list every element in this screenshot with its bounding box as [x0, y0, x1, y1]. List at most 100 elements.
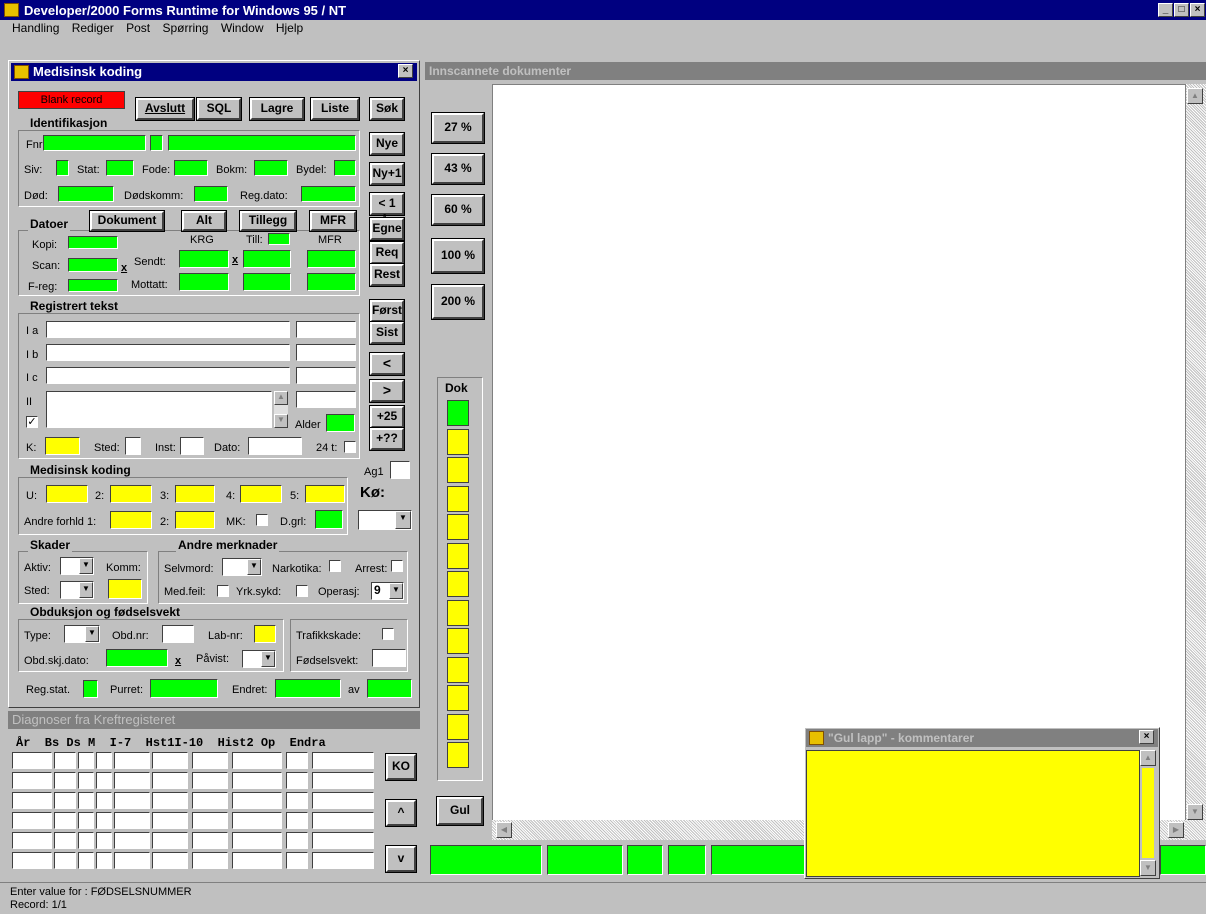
mfr-button[interactable]: MFR — [309, 210, 357, 232]
obdnr-field[interactable] — [162, 625, 194, 643]
minus-1-year-button[interactable]: < 1 år — [369, 192, 405, 227]
diagnoser-cell[interactable] — [12, 852, 52, 869]
dok-item[interactable] — [447, 742, 469, 768]
diagnoser-cell[interactable] — [96, 832, 112, 849]
scan-clear-button[interactable]: x — [121, 262, 127, 274]
ko-button[interactable]: KO — [385, 753, 417, 781]
diagnoser-cell[interactable] — [78, 832, 94, 849]
scroll-right-icon[interactable]: ▶ — [1168, 822, 1184, 838]
ia-field[interactable] — [46, 321, 290, 338]
close-button[interactable]: × — [1190, 3, 1205, 17]
diagnoser-cell[interactable] — [96, 852, 112, 869]
diagnoser-cell[interactable] — [54, 852, 76, 869]
forst-button[interactable]: Først — [369, 299, 405, 323]
dok-item[interactable] — [447, 571, 469, 597]
regdato-field[interactable] — [301, 186, 356, 202]
dok-item[interactable] — [447, 628, 469, 654]
narkotika-checkbox[interactable] — [329, 560, 341, 572]
fnr-field-2[interactable] — [150, 135, 163, 151]
diagnoser-cell[interactable] — [114, 792, 150, 809]
nye-button[interactable]: Nye — [369, 132, 405, 156]
doc-status-field-1[interactable] — [430, 845, 542, 875]
sendt-till-field[interactable] — [243, 250, 291, 268]
yrksykd-checkbox[interactable] — [296, 585, 308, 597]
diagnoser-cell[interactable] — [312, 752, 374, 769]
diagnoser-cell[interactable] — [192, 792, 228, 809]
diagnoser-cell[interactable] — [54, 752, 76, 769]
diagnoser-cell[interactable] — [96, 812, 112, 829]
diagnoser-cell[interactable] — [286, 832, 308, 849]
vertical-scrollbar[interactable] — [1186, 84, 1206, 840]
diagnoser-cell[interactable] — [78, 812, 94, 829]
skader-sted-dropdown[interactable]: ▼ — [60, 581, 94, 599]
doc-status-field-5[interactable] — [711, 845, 807, 875]
diagnoser-cell[interactable] — [152, 792, 188, 809]
ag1-field[interactable] — [390, 461, 410, 479]
form-close-button[interactable]: × — [398, 64, 413, 78]
menu-window[interactable]: Window — [221, 21, 264, 35]
sok-button[interactable]: Søk — [369, 97, 405, 121]
minimize-button[interactable]: _ — [1158, 3, 1173, 17]
purret-field[interactable] — [150, 679, 218, 698]
komm-field[interactable] — [108, 579, 142, 599]
inst-field[interactable] — [180, 437, 204, 455]
dok-item[interactable] — [447, 685, 469, 711]
diagnoser-cell[interactable] — [312, 832, 374, 849]
chevron-down-icon[interactable]: ▼ — [247, 559, 261, 575]
dgrl-field[interactable] — [315, 510, 343, 529]
doc-status-field-3[interactable] — [627, 845, 663, 875]
diagnoser-cell[interactable] — [232, 812, 282, 829]
diagnoser-cell[interactable] — [152, 832, 188, 849]
diagnoser-cell[interactable] — [232, 792, 282, 809]
liste-button[interactable]: Liste — [310, 97, 360, 121]
previous-button[interactable]: < — [369, 352, 405, 376]
dok-item[interactable] — [447, 428, 469, 455]
ia-code-field[interactable] — [296, 321, 356, 338]
dok-item[interactable] — [447, 599, 469, 626]
gul-lapp-close-button[interactable]: × — [1139, 730, 1154, 744]
till-field[interactable] — [268, 233, 290, 245]
dod-field[interactable] — [58, 186, 114, 202]
ii-scrollbar[interactable]: ▲ ▼ — [274, 391, 288, 428]
ii-field[interactable] — [46, 391, 272, 428]
diagnoser-cell[interactable] — [286, 792, 308, 809]
siv-field[interactable] — [56, 160, 69, 176]
chevron-down-icon[interactable]: ▼ — [79, 558, 93, 574]
av-field[interactable] — [367, 679, 412, 698]
req-button[interactable]: Req — [369, 241, 405, 265]
plus-unknown-button[interactable]: +?? — [369, 427, 405, 451]
dokument-button[interactable]: Dokument — [89, 210, 165, 232]
diagnoser-cell[interactable] — [232, 752, 282, 769]
diagnoser-cell[interactable] — [312, 792, 374, 809]
regstat-field[interactable] — [83, 680, 98, 698]
mk-checkbox[interactable] — [256, 514, 268, 526]
stat-field[interactable] — [106, 160, 134, 176]
diagnoser-cell[interactable] — [232, 772, 282, 789]
diagnoser-cell[interactable] — [54, 792, 76, 809]
fnr-field-3[interactable] — [168, 135, 356, 151]
tillegg-button[interactable]: Tillegg — [239, 210, 297, 232]
zoom-43-button[interactable]: 43 % — [431, 153, 485, 185]
diagnoser-cell[interactable] — [54, 772, 76, 789]
code5-field[interactable] — [305, 485, 345, 503]
diagnoser-cell[interactable] — [152, 772, 188, 789]
scroll-up-icon[interactable]: ▲ — [1140, 750, 1156, 766]
diagnoser-cell[interactable] — [114, 852, 150, 869]
fnr-field-1[interactable] — [43, 135, 146, 151]
doc-status-field-2[interactable] — [547, 845, 623, 875]
diagnoser-cell[interactable] — [312, 772, 374, 789]
sendt-mfr-field[interactable] — [307, 250, 356, 268]
diagnoser-cell[interactable] — [192, 852, 228, 869]
code3-field[interactable] — [175, 485, 215, 503]
freg-field[interactable] — [68, 279, 118, 292]
zoom-200-button[interactable]: 200 % — [431, 284, 485, 320]
diagnoser-cell[interactable] — [12, 792, 52, 809]
diagnoser-cell[interactable] — [152, 752, 188, 769]
diagnoser-cell[interactable] — [286, 752, 308, 769]
next-button[interactable]: > — [369, 379, 405, 403]
diagnoser-cell[interactable] — [96, 752, 112, 769]
diagnoser-cell[interactable] — [78, 852, 94, 869]
lagre-button[interactable]: Lagre — [249, 97, 305, 121]
endret-field[interactable] — [275, 679, 341, 698]
ib-field[interactable] — [46, 344, 290, 361]
